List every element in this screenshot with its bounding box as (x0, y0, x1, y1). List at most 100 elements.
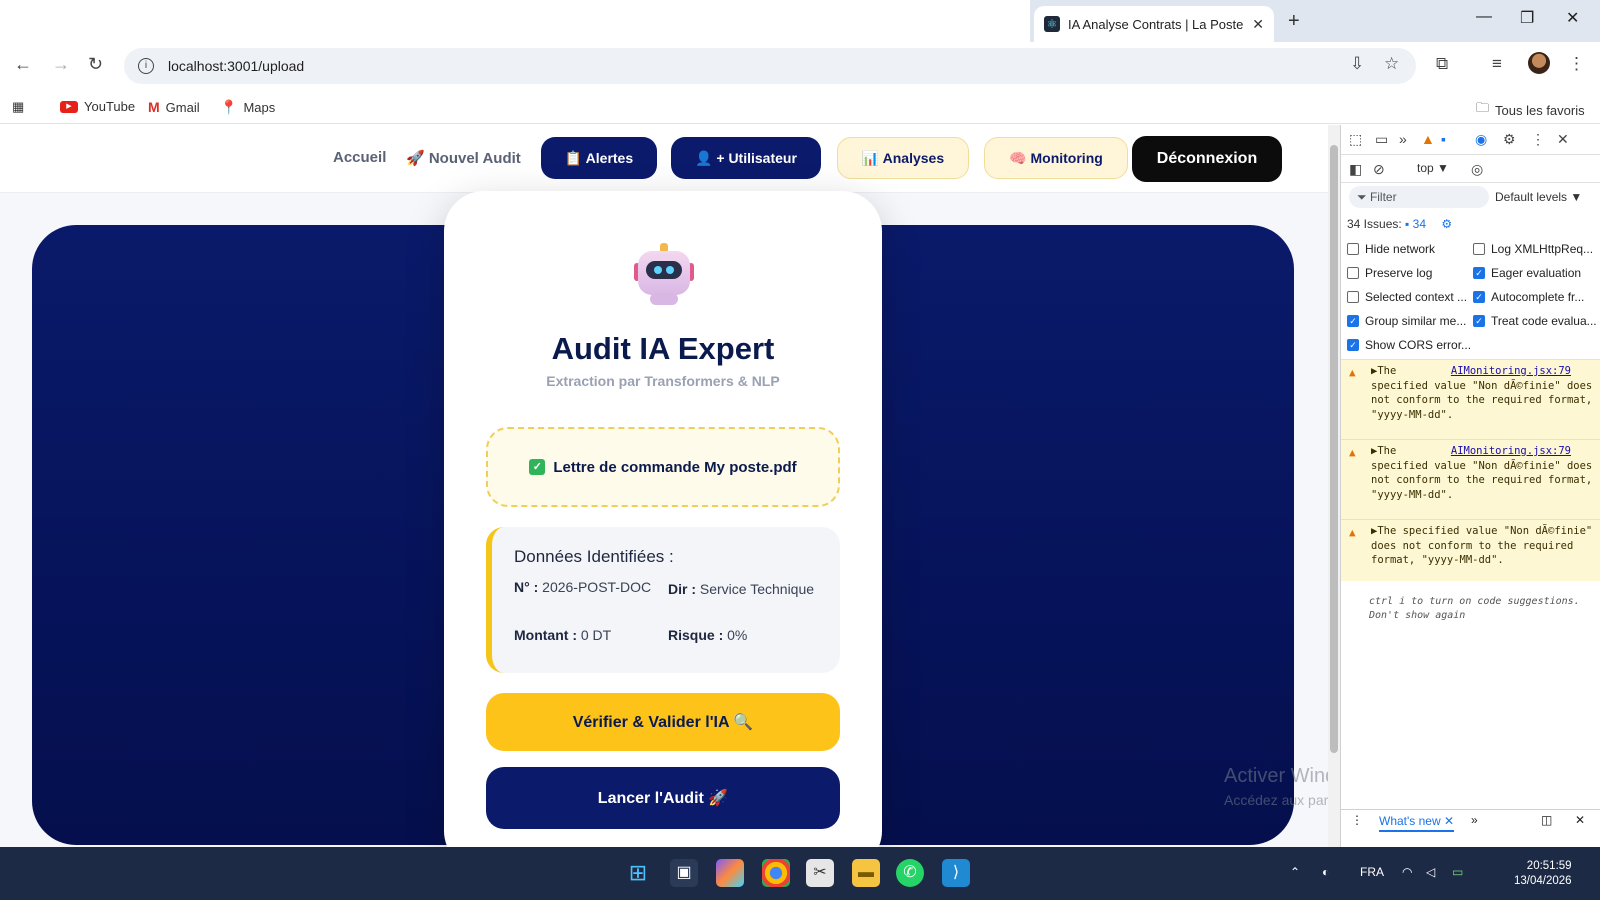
console-toolbar: ◧ ⊘ top ▼ ◎ (1341, 155, 1600, 183)
drawer-more-icon[interactable]: » (1471, 813, 1478, 827)
browser-tab-active[interactable]: ⚛ IA Analyse Contrats | La Poste ✕ (1034, 6, 1274, 42)
maximize-icon[interactable]: ❐ (1520, 8, 1534, 28)
start-menu-icon[interactable]: ⊞ (624, 859, 652, 887)
option-autocomplete[interactable]: ✓ Autocomplete fr... (1473, 290, 1584, 304)
tab-close-icon[interactable]: ✕ (1252, 16, 1264, 33)
nav-utilisateur-button[interactable]: 👤 + Utilisateur (671, 137, 821, 179)
vscode-icon[interactable]: ⟩ (942, 859, 970, 887)
warning-icon: ▲ (1349, 526, 1356, 539)
console-warning[interactable]: ▲ AIMonitoring.jsx:79 ▶The specified val… (1341, 359, 1600, 439)
devtools-menu-icon[interactable]: ⋮ (1531, 131, 1545, 148)
console-prompt-hint[interactable]: ctrl i to turn on code suggestions. Don'… (1347, 595, 1597, 623)
nav-alertes-button[interactable]: 📋 Alertes (541, 137, 657, 179)
menu-kebab-icon[interactable]: ⋮ (1568, 54, 1585, 74)
address-bar[interactable]: i localhost:3001/upload (124, 48, 1416, 84)
option-selected-context[interactable]: Selected context ... (1347, 290, 1467, 304)
back-icon[interactable]: ← (14, 54, 32, 75)
page-scrollbar[interactable] (1328, 125, 1340, 847)
wifi-icon[interactable]: ◠ (1402, 865, 1412, 879)
drawer-close-icon[interactable]: ✕ (1575, 813, 1585, 827)
task-view-icon[interactable]: ▣ (670, 859, 698, 887)
devtools-close-icon[interactable]: ✕ (1557, 131, 1569, 148)
console-warning[interactable]: ▲ ▶The specified value "Non dÃ©finie" do… (1341, 519, 1600, 581)
reload-icon[interactable]: ↻ (88, 54, 103, 75)
nav-accueil[interactable]: Accueil (333, 149, 386, 166)
page-viewport: Accueil 🚀 Nouvel Audit 📋 Alertes 👤 + Uti… (0, 125, 1328, 847)
nav-nouvel-audit[interactable]: 🚀 Nouvel Audit (406, 149, 521, 167)
battery-icon[interactable]: ▭ (1452, 865, 1463, 879)
console-warning[interactable]: ▲ AIMonitoring.jsx:79 ▶The specified val… (1341, 439, 1600, 519)
whatsapp-icon[interactable]: ✆ (896, 859, 924, 887)
bookmark-youtube[interactable]: ▶ YouTube (60, 99, 135, 114)
field-direction: Dir : Service Technique (668, 581, 815, 597)
message-count-icon[interactable]: ▪ (1441, 131, 1446, 147)
log-levels-dropdown[interactable]: Default levels ▼ (1495, 190, 1582, 204)
install-app-icon[interactable]: ⇩ (1350, 54, 1364, 74)
url-text[interactable]: localhost:3001/upload (168, 58, 304, 74)
uploaded-file-name: Lettre de commande My poste.pdf (553, 458, 797, 476)
snipping-tool-icon[interactable]: ✂ (806, 859, 834, 887)
new-tab-icon[interactable]: + (1288, 10, 1300, 33)
clear-console-icon[interactable]: ⊘ (1373, 161, 1385, 178)
inspect-element-icon[interactable]: ⬚ (1349, 131, 1362, 148)
media-controls-icon[interactable]: ≡ (1492, 54, 1502, 74)
option-treat-code-eval[interactable]: ✓ Treat code evalua... (1473, 314, 1597, 328)
volume-icon[interactable]: ◁ (1426, 865, 1435, 879)
bookmark-star-icon[interactable]: ☆ (1384, 54, 1399, 74)
file-explorer-icon[interactable]: ▬ (852, 859, 880, 887)
bookmark-gmail[interactable]: M Gmail (148, 99, 200, 115)
logout-button[interactable]: Déconnexion (1132, 136, 1282, 182)
launch-audit-button[interactable]: Lancer l'Audit 🚀 (486, 767, 840, 829)
field-montant: Montant : 0 DT (514, 627, 612, 643)
verify-ai-button[interactable]: Vérifier & Valider l'IA 🔍 (486, 693, 840, 751)
network-status-icon[interactable]: ◐ (1322, 865, 1329, 879)
option-hide-network[interactable]: Hide network (1347, 242, 1435, 256)
source-link[interactable]: AIMonitoring.jsx:79 (1451, 444, 1571, 459)
copilot-icon[interactable] (716, 859, 744, 887)
all-bookmarks[interactable]: 🗀 Tous les favoris (1476, 99, 1585, 121)
more-tabs-icon[interactable]: » (1399, 131, 1407, 147)
site-info-icon[interactable]: i (138, 58, 154, 74)
source-link[interactable]: AIMonitoring.jsx:79 (1451, 364, 1571, 379)
drawer-menu-icon[interactable]: ⋮ (1351, 813, 1363, 827)
console-filter-input[interactable]: ⏷ Filter (1349, 186, 1489, 208)
language-indicator[interactable]: FRA (1360, 865, 1384, 879)
context-selector[interactable]: top ▼ (1417, 161, 1449, 175)
bookmark-maps[interactable]: 📍 Maps (220, 99, 275, 116)
chrome-icon[interactable] (762, 859, 790, 887)
dock-side-icon[interactable]: ◫ (1541, 813, 1552, 827)
option-show-cors[interactable]: ✓ Show CORS error... (1347, 338, 1471, 352)
identified-data-heading: Données Identifiées : (514, 547, 674, 566)
issues-counter[interactable]: 34 Issues: ▪ 34 ⚙ (1347, 217, 1452, 231)
system-clock[interactable]: 20:51:59 13/04/2026 (1514, 859, 1572, 889)
issues-settings-icon: ⚙ (1441, 217, 1453, 231)
window-close-icon[interactable]: ✕ (1566, 8, 1579, 28)
devtools-panel: ⬚ ▭ » ▲ ▪ ◉ ⚙ ⋮ ✕ ◧ ⊘ top ▼ ◎ ⏷ Filter D… (1340, 125, 1600, 847)
uploaded-file-dropzone[interactable]: ✓ Lettre de commande My poste.pdf (486, 427, 840, 507)
react-favicon-icon: ⚛ (1044, 16, 1060, 32)
robot-icon (634, 243, 694, 305)
whats-new-tab[interactable]: What's new ✕ (1379, 814, 1455, 832)
field-risque: Risque : 0% (668, 627, 748, 643)
tray-overflow-icon[interactable]: ⌃ (1290, 865, 1300, 879)
forward-icon[interactable]: → (52, 54, 70, 75)
scrollbar-thumb[interactable] (1330, 145, 1338, 753)
option-eager-evaluation[interactable]: ✓ Eager evaluation (1473, 266, 1581, 280)
option-group-similar[interactable]: ✓ Group similar me... (1347, 314, 1466, 328)
profile-avatar[interactable] (1528, 52, 1550, 74)
device-toggle-icon[interactable]: ▭ (1375, 131, 1388, 148)
option-preserve-log[interactable]: Preserve log (1347, 266, 1432, 280)
apps-grid-icon[interactable]: ▦ (12, 99, 24, 115)
nav-monitoring-button[interactable]: 🧠 Monitoring (984, 137, 1128, 179)
warning-icon: ▲ (1349, 446, 1356, 459)
settings-gear-icon[interactable]: ⚙ (1503, 131, 1516, 148)
folder-icon: 🗀 (1476, 100, 1490, 115)
sync-icon[interactable]: ◉ (1475, 131, 1487, 148)
nav-analyses-button[interactable]: 📊 Analyses (837, 137, 969, 179)
sidebar-toggle-icon[interactable]: ◧ (1349, 161, 1362, 178)
live-expression-eye-icon[interactable]: ◎ (1471, 161, 1483, 178)
option-log-xhr[interactable]: Log XMLHttpReq... (1473, 242, 1593, 256)
extensions-icon[interactable]: ⧉ (1436, 54, 1448, 74)
minimize-icon[interactable]: — (1476, 8, 1492, 26)
warning-count-icon[interactable]: ▲ (1421, 131, 1435, 147)
